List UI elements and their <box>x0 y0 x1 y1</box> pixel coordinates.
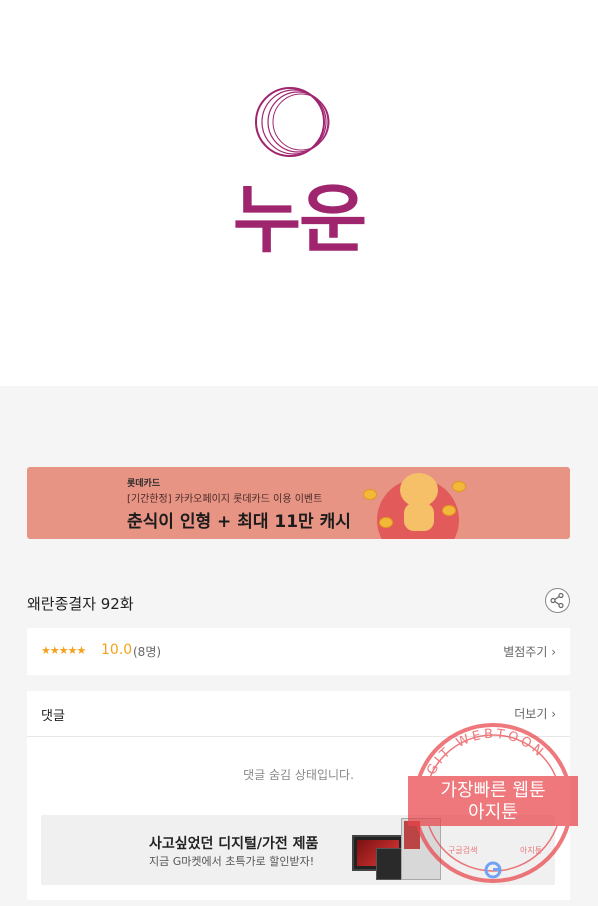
comment-header: 댓글 더보기 › <box>27 691 570 737</box>
comment-title: 댓글 <box>41 709 65 724</box>
rating-card: ★★★★★ 10.0 (8명) 별점주기 › <box>27 628 570 675</box>
ad-title: 사고싶었던 디지털/가전 제품 <box>149 836 319 852</box>
banner-subtitle: [기간한정] 카카오페이지 롯데카드 이용 이벤트 <box>127 494 323 505</box>
bear-character-icon <box>400 473 438 507</box>
episode-title-row: 왜란종결자 92화 <box>27 588 570 618</box>
banner-headline: 춘식이 인형 + 최대 11만 캐시 <box>127 512 351 532</box>
coin-icon <box>379 517 393 528</box>
bear-body <box>404 503 434 531</box>
ad-subtitle: 지금 G마켓에서 초특가로 할인받자! <box>149 855 315 868</box>
rating-count: (8명) <box>133 645 162 659</box>
coin-icon <box>363 489 377 500</box>
logo-text: 누운 <box>232 177 367 263</box>
cover-image: 누운 <box>0 0 598 386</box>
share-icon <box>550 592 564 609</box>
share-button[interactable] <box>545 588 570 613</box>
coin-icon <box>442 505 456 516</box>
more-comments-link[interactable]: 더보기 › <box>514 705 556 722</box>
logo-moon-icon <box>255 87 330 157</box>
promo-banner[interactable]: 롯데카드 [기간한정] 카카오페이지 롯데카드 이용 이벤트 춘식이 인형 + … <box>27 467 570 539</box>
coin-icon <box>452 481 466 492</box>
banner-brand: 롯데카드 <box>127 479 161 489</box>
rating-stars: ★★★★★ <box>41 644 86 657</box>
comments-hidden-message: 댓글 숨김 상태입니다. <box>243 768 354 782</box>
rating-score: 10.0 <box>101 642 133 658</box>
fridge-icon <box>401 818 441 880</box>
comment-card: 댓글 더보기 › 댓글 숨김 상태입니다. 사고싶었던 디지털/가전 제품 지금… <box>27 691 570 900</box>
rate-button[interactable]: 별점주기 › <box>503 643 556 660</box>
ad-banner[interactable]: 사고싶었던 디지털/가전 제품 지금 G마켓에서 초특가로 할인받자! <box>41 815 555 885</box>
episode-title: 왜란종결자 92화 <box>27 595 134 613</box>
